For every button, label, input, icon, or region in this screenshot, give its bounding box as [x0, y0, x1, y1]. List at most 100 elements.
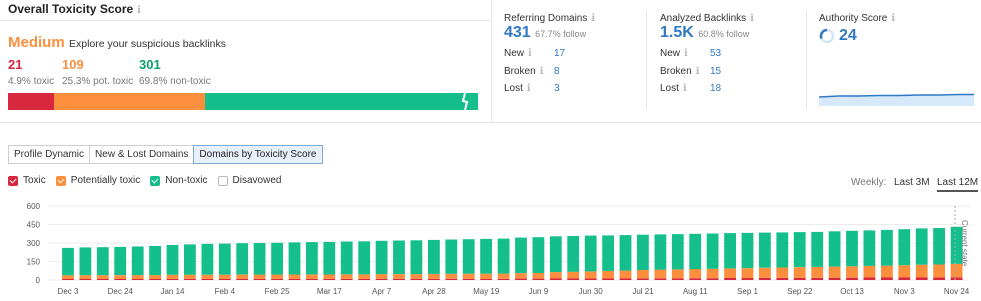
chart-bar-segment[interactable] [741, 268, 754, 279]
chart-bar-segment[interactable] [828, 266, 841, 278]
chart-bar-segment[interactable] [375, 274, 388, 279]
chart-bar-segment[interactable] [306, 274, 318, 279]
chart-bar-segment[interactable] [131, 246, 144, 276]
chart-bar-segment[interactable] [497, 273, 510, 279]
chart-bar-segment[interactable] [759, 232, 771, 268]
legend-non-toxic[interactable]: Non-toxic [150, 175, 208, 186]
chart-bar-segment[interactable] [410, 240, 423, 275]
info-icon[interactable]: ℹ [137, 5, 141, 16]
chart-bar-segment[interactable] [497, 278, 510, 280]
info-icon[interactable]: ℹ [591, 13, 595, 24]
chart-bar-segment[interactable] [602, 270, 614, 279]
chart-bar-segment[interactable] [532, 237, 545, 273]
tab-new-lost-domains[interactable]: New & Lost Domains [89, 145, 195, 164]
chart-bar-segment[interactable] [462, 239, 475, 274]
period-last-12m[interactable]: Last 12M [937, 177, 979, 192]
chart-bar-segment[interactable] [480, 238, 492, 274]
chart-bar-segment[interactable] [428, 274, 440, 279]
chart-bar-segment[interactable] [671, 278, 684, 280]
period-last-3m[interactable]: Last 3M [894, 177, 930, 188]
ab-lost-value[interactable]: 18 [710, 83, 721, 94]
chart-bar-segment[interactable] [445, 239, 458, 274]
chart-bar-segment[interactable] [915, 264, 928, 278]
chart-bar-segment[interactable] [340, 241, 353, 275]
chart-bar-segment[interactable] [114, 279, 127, 280]
chart-bar-segment[interactable] [846, 230, 858, 267]
chart-bar-segment[interactable] [323, 241, 336, 275]
chart-bar-segment[interactable] [671, 269, 684, 279]
checkbox-disavowed[interactable] [217, 175, 228, 186]
chart-bar-segment[interactable] [898, 265, 911, 278]
info-icon[interactable]: ℹ [540, 66, 544, 77]
chart-bar-segment[interactable] [253, 243, 266, 275]
chart-bar-segment[interactable] [410, 274, 423, 279]
chart-bar-segment[interactable] [637, 278, 649, 280]
info-icon[interactable]: ℹ [891, 13, 895, 24]
chart-bar-segment[interactable] [933, 277, 945, 281]
chart-bar-segment[interactable] [288, 274, 301, 279]
chart-bar-segment[interactable] [358, 274, 371, 279]
chart-bar-segment[interactable] [724, 233, 736, 269]
chart-bar-segment[interactable] [654, 278, 667, 280]
chart-bar-segment[interactable] [114, 275, 127, 279]
chart-bar-segment[interactable] [96, 247, 109, 276]
chart-bar-segment[interactable] [776, 267, 789, 278]
chart-bar-segment[interactable] [462, 278, 475, 280]
chart-bar-segment[interactable] [340, 278, 353, 280]
chart-bar-segment[interactable] [915, 277, 928, 281]
chart-bar-segment[interactable] [306, 278, 318, 280]
chart-bar-segment[interactable] [271, 278, 283, 280]
chart-bar-segment[interactable] [654, 234, 667, 270]
chart-bar-segment[interactable] [567, 278, 580, 281]
chart-bar-segment[interactable] [689, 269, 702, 279]
chart-bar-segment[interactable] [218, 274, 231, 279]
chart-bar-segment[interactable] [811, 277, 824, 280]
chart-bar-segment[interactable] [166, 274, 179, 279]
chart-bar-segment[interactable] [567, 236, 580, 272]
chart-bar-segment[interactable] [358, 278, 371, 280]
info-icon[interactable]: ℹ [528, 48, 532, 59]
chart-bar-segment[interactable] [149, 275, 161, 279]
chart-bar-segment[interactable] [79, 275, 92, 279]
chart-bar-segment[interactable] [706, 268, 719, 279]
chart-bar-segment[interactable] [236, 278, 249, 280]
chart-bar-segment[interactable] [567, 271, 580, 279]
chart-bar-segment[interactable] [375, 278, 388, 280]
chart-bar-segment[interactable] [915, 228, 928, 265]
chart-bar-segment[interactable] [881, 229, 893, 266]
checkbox-toxic[interactable] [8, 175, 18, 186]
chart-bar-segment[interactable] [933, 228, 945, 265]
chart-bar-segment[interactable] [532, 273, 545, 279]
chart-bar-segment[interactable] [393, 240, 405, 275]
chart-bar-segment[interactable] [79, 247, 92, 276]
chart-bar-segment[interactable] [671, 234, 684, 270]
chart-bar-segment[interactable] [271, 274, 283, 279]
chart-bar-segment[interactable] [898, 277, 911, 281]
chart-bar-segment[interactable] [549, 272, 562, 279]
chart-bar-segment[interactable] [793, 267, 806, 278]
chart-bar-segment[interactable] [62, 275, 74, 279]
tab-profile-dynamic[interactable]: Profile Dynamic [8, 145, 91, 164]
chart-bar-segment[interactable] [532, 278, 545, 280]
chart-bar-segment[interactable] [323, 278, 336, 280]
chart-bar-segment[interactable] [393, 274, 405, 279]
legend-disavowed[interactable]: Disavowed [217, 175, 281, 186]
legend-toxic[interactable]: Toxic [8, 175, 46, 186]
chart-bar-segment[interactable] [62, 247, 74, 276]
chart-bar-segment[interactable] [218, 278, 231, 280]
info-icon[interactable]: ℹ [684, 48, 688, 59]
chart-bar-segment[interactable] [166, 278, 179, 280]
chart-bar-segment[interactable] [236, 243, 249, 275]
analyzed-backlinks-value[interactable]: 1.5K [660, 24, 694, 41]
chart-bar-segment[interactable] [428, 278, 440, 280]
info-icon[interactable]: ℹ [527, 83, 531, 94]
chart-bar-segment[interactable] [114, 246, 127, 276]
chart-bar-segment[interactable] [654, 269, 667, 279]
chart-bar-segment[interactable] [811, 231, 824, 267]
chart-bar-segment[interactable] [428, 239, 440, 274]
chart-bar-segment[interactable] [149, 279, 161, 280]
chart-bar-segment[interactable] [201, 274, 214, 279]
non-toxic-count[interactable]: 301 [139, 57, 161, 72]
chart-bar-segment[interactable] [462, 273, 475, 279]
chart-bar-segment[interactable] [863, 277, 876, 281]
